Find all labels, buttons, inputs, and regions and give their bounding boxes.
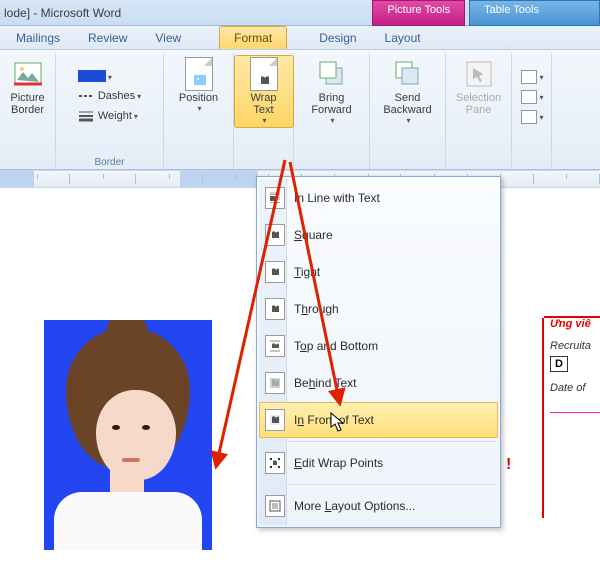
form-date: Date of: [550, 382, 600, 394]
align-group: ▾ ▾ ▾: [512, 53, 552, 169]
picture-border-icon: [12, 58, 44, 90]
bring-forward-icon: [316, 58, 348, 90]
square-icon: [265, 224, 285, 246]
rotate-icon: [521, 110, 537, 124]
chevron-down-icon: ▾: [540, 93, 544, 102]
send-backward-icon: [392, 58, 424, 90]
selection-pane-label: Selection Pane: [456, 92, 501, 116]
inline-icon: [265, 187, 285, 209]
menu-separator: [289, 441, 496, 442]
tight-icon: [265, 261, 285, 283]
form-recruit: Recruita: [550, 340, 600, 352]
group-icon: [521, 90, 537, 104]
form-box: D: [550, 356, 568, 372]
tab-format[interactable]: Format: [219, 26, 287, 49]
wrap-text-menu: In Line with Text SSquarequare Tight Thr…: [256, 176, 501, 528]
chevron-down-icon: ▾: [134, 112, 138, 121]
picture-border-label: Picture Border: [10, 92, 44, 116]
group-border: ▾ Dashes▾ Weight▾ Border: [56, 53, 164, 169]
more-options-icon: [265, 495, 285, 517]
menu-behind-text[interactable]: Behind Text: [259, 365, 498, 401]
position-icon: [183, 58, 215, 90]
send-backward-button[interactable]: Send Backward ▾: [378, 55, 438, 128]
selection-pane-button[interactable]: Selection Pane: [449, 55, 509, 119]
selection-pane-group: Selection Pane: [446, 53, 512, 169]
tab-review[interactable]: Review: [74, 27, 141, 49]
group-objects-button[interactable]: ▾: [516, 88, 548, 106]
menu-through[interactable]: Through: [259, 291, 498, 327]
selection-pane-icon: [463, 58, 495, 90]
menu-in-front-of-text[interactable]: In Front of Text: [259, 402, 498, 438]
bring-forward-label: Bring Forward: [311, 92, 351, 116]
align-button[interactable]: ▾: [516, 68, 548, 86]
bring-forward-group: Bring Forward ▾: [294, 53, 370, 169]
menu-separator: [289, 484, 496, 485]
ribbon: Picture Border ▾ Dashes▾ Weight▾ Border …: [0, 50, 600, 170]
menu-top-and-bottom[interactable]: Top and Bottom: [259, 328, 498, 364]
color-swatch-icon: [78, 70, 106, 82]
wrap-text-button[interactable]: Wrap Text ▾: [234, 55, 294, 128]
menu-edit-wrap-points[interactable]: Edit Wrap Points: [259, 445, 498, 481]
cursor-pointer-icon: [330, 412, 346, 434]
send-backward-group: Send Backward ▾: [370, 53, 446, 169]
bring-forward-button[interactable]: Bring Forward ▾: [302, 55, 362, 128]
wrap-text-label: Wrap Text: [250, 92, 276, 116]
window-title: lode] - Microsoft Word: [4, 6, 121, 20]
contextual-tabs: Picture Tools Table Tools: [372, 0, 600, 26]
menu-more-layout-options[interactable]: More Layout Options...: [259, 488, 498, 524]
edit-points-icon: [265, 452, 285, 474]
menu-in-line-with-text[interactable]: In Line with Text: [259, 180, 498, 216]
tab-design[interactable]: Design: [305, 27, 370, 49]
dashes-icon: [78, 88, 94, 104]
ribbon-tabs: Mailings Review View Format Design Layou…: [0, 26, 600, 50]
inserted-photo[interactable]: [44, 320, 212, 550]
red-exclamation: !: [506, 456, 511, 474]
border-color-button[interactable]: ▾: [74, 69, 116, 85]
chevron-down-icon: ▾: [330, 116, 334, 125]
send-backward-label: Send Backward: [383, 92, 431, 116]
position-button[interactable]: Position ▾: [169, 55, 229, 116]
group-picture-border-left: Picture Border: [0, 53, 56, 169]
menu-tight[interactable]: Tight: [259, 254, 498, 290]
form-heading: Ứng viê: [550, 318, 600, 330]
chevron-down-icon: ▾: [197, 104, 201, 113]
through-icon: [265, 298, 285, 320]
tab-layout[interactable]: Layout: [371, 27, 435, 49]
tab-view[interactable]: View: [141, 27, 195, 49]
position-label: Position: [179, 92, 218, 104]
position-group: Position ▾: [164, 53, 234, 169]
picture-tools-label: Picture Tools: [372, 0, 465, 26]
menu-square[interactable]: SSquarequare: [259, 217, 498, 253]
form-snippet: Ứng viê Recruita D Date of: [542, 318, 600, 518]
chevron-down-icon: ▾: [137, 92, 141, 101]
picture-border-button[interactable]: Picture Border: [0, 55, 58, 119]
top-bottom-icon: [265, 335, 285, 357]
tab-mailings[interactable]: Mailings: [2, 27, 74, 49]
weight-icon: [78, 108, 94, 124]
chevron-down-icon: ▾: [262, 116, 266, 125]
weight-button[interactable]: Weight▾: [74, 107, 142, 125]
wrap-text-icon: [248, 58, 280, 90]
chevron-down-icon: ▾: [540, 73, 544, 82]
group-label-border: Border: [56, 156, 163, 169]
chevron-down-icon: ▾: [108, 73, 112, 82]
align-icon: [521, 70, 537, 84]
dashes-button[interactable]: Dashes▾: [74, 87, 145, 105]
chevron-down-icon: ▾: [540, 113, 544, 122]
table-tools-label: Table Tools: [469, 0, 600, 26]
rotate-button[interactable]: ▾: [516, 108, 548, 126]
chevron-down-icon: ▾: [406, 116, 410, 125]
in-front-icon: [265, 409, 285, 431]
behind-icon: [265, 372, 285, 394]
wrap-text-group: Wrap Text ▾: [234, 53, 294, 169]
